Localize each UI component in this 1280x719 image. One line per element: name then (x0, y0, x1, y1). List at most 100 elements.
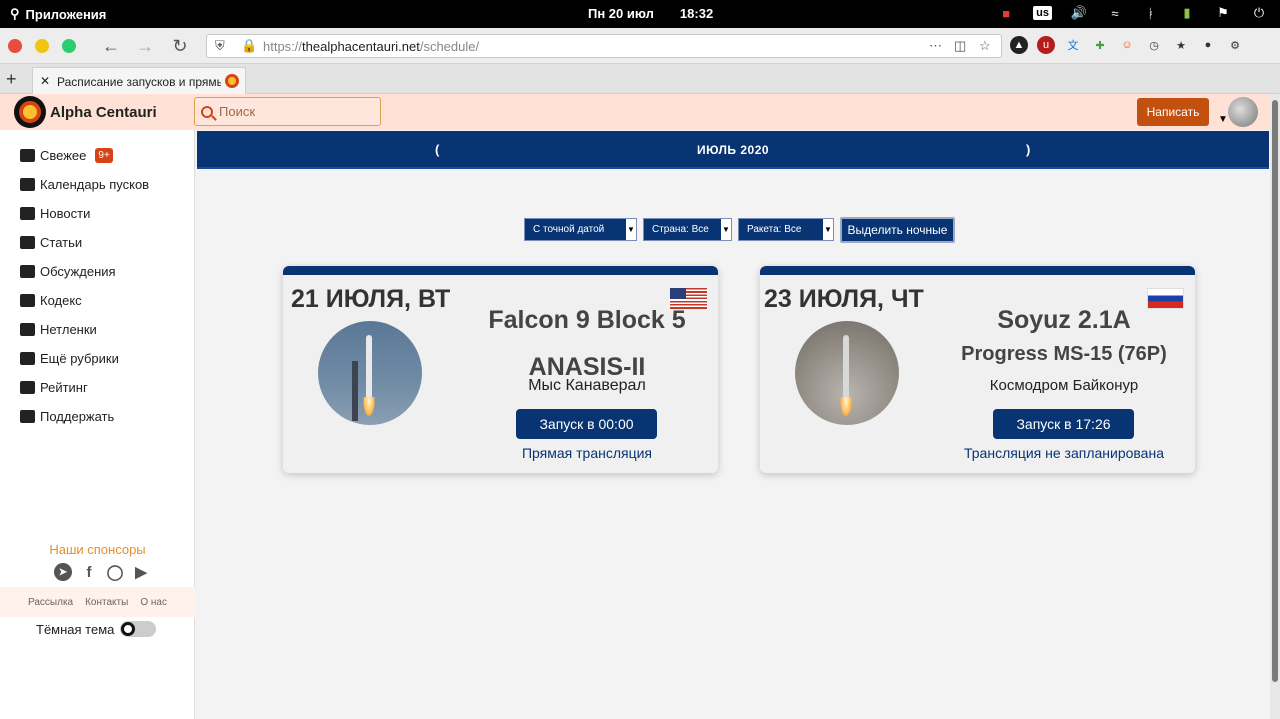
card-top-strip (283, 266, 718, 275)
bookmark-star-icon[interactable]: ☆ (979, 38, 991, 54)
settings-gear-icon[interactable]: ⚙ (1226, 36, 1244, 54)
sidebar-item-label: Новости (40, 205, 91, 221)
sidebar-item-label: Поддержать (40, 408, 115, 424)
scrollbar-thumb[interactable] (1272, 100, 1278, 682)
back-icon[interactable]: ← (100, 35, 122, 57)
sidebar-item-discussions[interactable]: Обсуждения (20, 260, 116, 282)
card-top-strip (760, 266, 1195, 275)
sidebar-item-support[interactable]: Поддержать (20, 405, 114, 427)
footer-link-newsletter[interactable]: Рассылка (28, 597, 73, 608)
power-icon[interactable]: ⏻ (1250, 4, 1268, 22)
forward-icon[interactable]: → (134, 35, 156, 57)
sidebar-item-codex[interactable]: Кодекс (20, 289, 82, 311)
dropdown-caret-icon: ▼ (721, 219, 731, 240)
tab-schedule[interactable]: ✕ Расписание запусков и прямых (32, 67, 246, 94)
site-brand: Alpha Centauri (50, 103, 157, 121)
chevron-down-icon[interactable]: ▼ (1218, 114, 1228, 125)
avatar[interactable] (1228, 97, 1258, 127)
window-close-button[interactable] (8, 39, 22, 53)
volume-icon[interactable]: 🔊 (1070, 4, 1088, 22)
youtube-icon[interactable]: ▶ (132, 563, 150, 581)
footer-link-about[interactable]: О нас (140, 597, 167, 608)
dropdown-caret-icon: ▼ (626, 219, 636, 240)
twitter-icon[interactable]: ◯ (106, 563, 124, 581)
translate-icon[interactable]: 文 (1064, 36, 1082, 54)
site-header: Alpha Centauri Написать ▼ (0, 94, 1270, 130)
rocket-name[interactable]: Falcon 9 Block 5 (468, 306, 706, 335)
stream-link[interactable]: Прямая трансляция (468, 445, 706, 461)
pocket-icon[interactable]: ◫ (954, 38, 966, 54)
new-tab-button[interactable]: + (6, 69, 17, 90)
window-minimize-button[interactable] (35, 39, 49, 53)
close-tab-icon[interactable]: ✕ (40, 74, 50, 88)
url-bar[interactable]: ⛨ 🔒 https://thealphacentauri.net/schedul… (206, 34, 1002, 58)
launch-photo[interactable] (795, 321, 899, 425)
sidebar-item-label: Кодекс (40, 292, 82, 308)
telegram-icon[interactable]: ➤ (54, 563, 72, 581)
date-mode-value: С точной датой (533, 224, 605, 235)
launch-time-button[interactable]: Запуск в 00:00 (516, 409, 657, 439)
sidebar-item-fresh[interactable]: Свежее 9+ (20, 144, 113, 166)
launch-photo[interactable] (318, 321, 422, 425)
account-icon[interactable]: ● (1199, 36, 1217, 54)
lock-icon[interactable]: 🔒 (241, 38, 257, 54)
library-icon[interactable]: ★ (1172, 36, 1190, 54)
sidebar-item-more-sections[interactable]: Ещё рубрики (20, 347, 119, 369)
write-button[interactable]: Написать (1137, 98, 1209, 126)
news-icon (20, 206, 35, 220)
notification-app-icon[interactable]: ■ (997, 4, 1015, 22)
search-input[interactable] (219, 104, 369, 119)
discussions-icon (20, 264, 35, 278)
shield-icon[interactable]: ⛨ (215, 38, 225, 54)
add-icon[interactable]: ✚ (1091, 36, 1109, 54)
rocket-name[interactable]: Soyuz 2.1A (945, 306, 1183, 335)
stream-link[interactable]: Трансляция не запланирована (945, 445, 1183, 461)
next-month-button[interactable]: ) (1026, 142, 1030, 157)
ublock-icon[interactable]: u (1037, 36, 1055, 54)
previous-month-button[interactable]: ( (435, 142, 439, 157)
launch-site[interactable]: Космодром Байконур (945, 377, 1183, 394)
clock[interactable]: Пн 20 июл 18:32 (588, 6, 713, 21)
mission-name[interactable]: Progress MS-15 (76P) (945, 343, 1183, 366)
site-favicon-icon (225, 74, 239, 88)
launch-time-button[interactable]: Запуск в 17:26 (993, 409, 1134, 439)
sidebar-item-netlenki[interactable]: Нетленки (20, 318, 97, 340)
sidebar-item-rating[interactable]: Рейтинг (20, 376, 88, 398)
footer-link-contacts[interactable]: Контакты (85, 597, 128, 608)
page-scrollbar[interactable] (1270, 94, 1280, 719)
sponsors-link[interactable]: Наши спонсоры (0, 542, 195, 557)
window-maximize-button[interactable] (62, 39, 76, 53)
highlight-night-button[interactable]: Выделить ночные (840, 217, 955, 243)
extension-icon[interactable]: ▲ (1010, 36, 1028, 54)
history-icon[interactable]: ◷ (1145, 36, 1163, 54)
sidebar-item-articles[interactable]: Статьи (20, 231, 82, 253)
dark-theme-row: Тёмная тема (36, 621, 157, 637)
country-select[interactable]: Страна: Все ▼ (643, 218, 732, 241)
launch-site[interactable]: Мыс Канаверал (468, 377, 706, 395)
battery-icon[interactable]: ▮ (1178, 4, 1196, 22)
extension-face-icon[interactable]: ☺ (1118, 36, 1136, 54)
tab-title: Расписание запусков и прямых (57, 75, 221, 89)
dark-theme-toggle[interactable] (120, 621, 157, 637)
gavel-icon (20, 293, 35, 307)
bluetooth-icon[interactable]: ᛓ (1142, 4, 1160, 22)
page-actions-icon[interactable]: ⋯ (929, 38, 942, 54)
date-mode-select[interactable]: С точной датой ▼ (524, 218, 637, 241)
extensions-toolbar: ▲ u 文 ✚ ☺ ◷ ★ ● ⚙ (1010, 36, 1244, 54)
search-box[interactable] (194, 97, 381, 126)
current-month: ИЮЛЬ 2020 (696, 143, 770, 157)
site-logo[interactable]: Alpha Centauri (14, 96, 157, 128)
sidebar: Свежее 9+ Календарь пусков Новости Стать… (0, 130, 195, 719)
facebook-icon[interactable]: f (80, 563, 98, 581)
rocket-select[interactable]: Ракета: Все ▼ (738, 218, 834, 241)
launch-card[interactable]: 21 ИЮЛЯ, ВТ Falcon 9 Block 5 ANASIS-II М… (283, 266, 718, 473)
reload-icon[interactable]: ↻ (169, 35, 191, 57)
wifi-icon[interactable]: ≈ (1106, 4, 1124, 22)
bell-icon[interactable]: ⚑ (1214, 4, 1232, 22)
keyboard-layout-indicator[interactable]: us (1033, 6, 1052, 20)
date-label: Пн 20 июл (588, 6, 654, 21)
sidebar-item-news[interactable]: Новости (20, 202, 90, 224)
sidebar-item-calendar[interactable]: Календарь пусков (20, 173, 149, 195)
launch-card[interactable]: 23 ИЮЛЯ, ЧТ Soyuz 2.1A Progress MS-15 (7… (760, 266, 1195, 473)
apps-menu[interactable]: ⚲ Приложения (10, 6, 106, 22)
